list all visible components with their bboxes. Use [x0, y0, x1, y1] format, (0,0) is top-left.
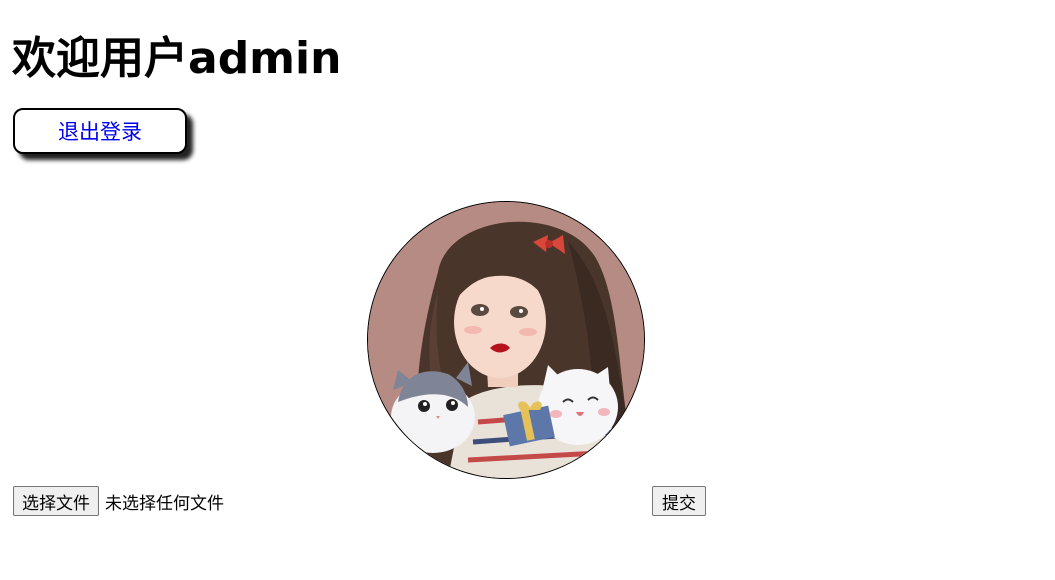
upload-row: 选择文件 未选择任何文件	[13, 486, 224, 516]
logout-button[interactable]: 退出登录	[13, 108, 187, 154]
file-status-text: 未选择任何文件	[105, 493, 224, 514]
avatar	[367, 201, 645, 479]
avatar-illustration	[368, 202, 644, 478]
choose-file-button[interactable]: 选择文件	[13, 486, 99, 516]
profile-page: 欢迎用户admin 退出登录 选择文件 未选择任何文件 提交	[0, 0, 1055, 580]
welcome-heading: 欢迎用户admin	[12, 33, 342, 84]
submit-button[interactable]: 提交	[652, 486, 706, 516]
